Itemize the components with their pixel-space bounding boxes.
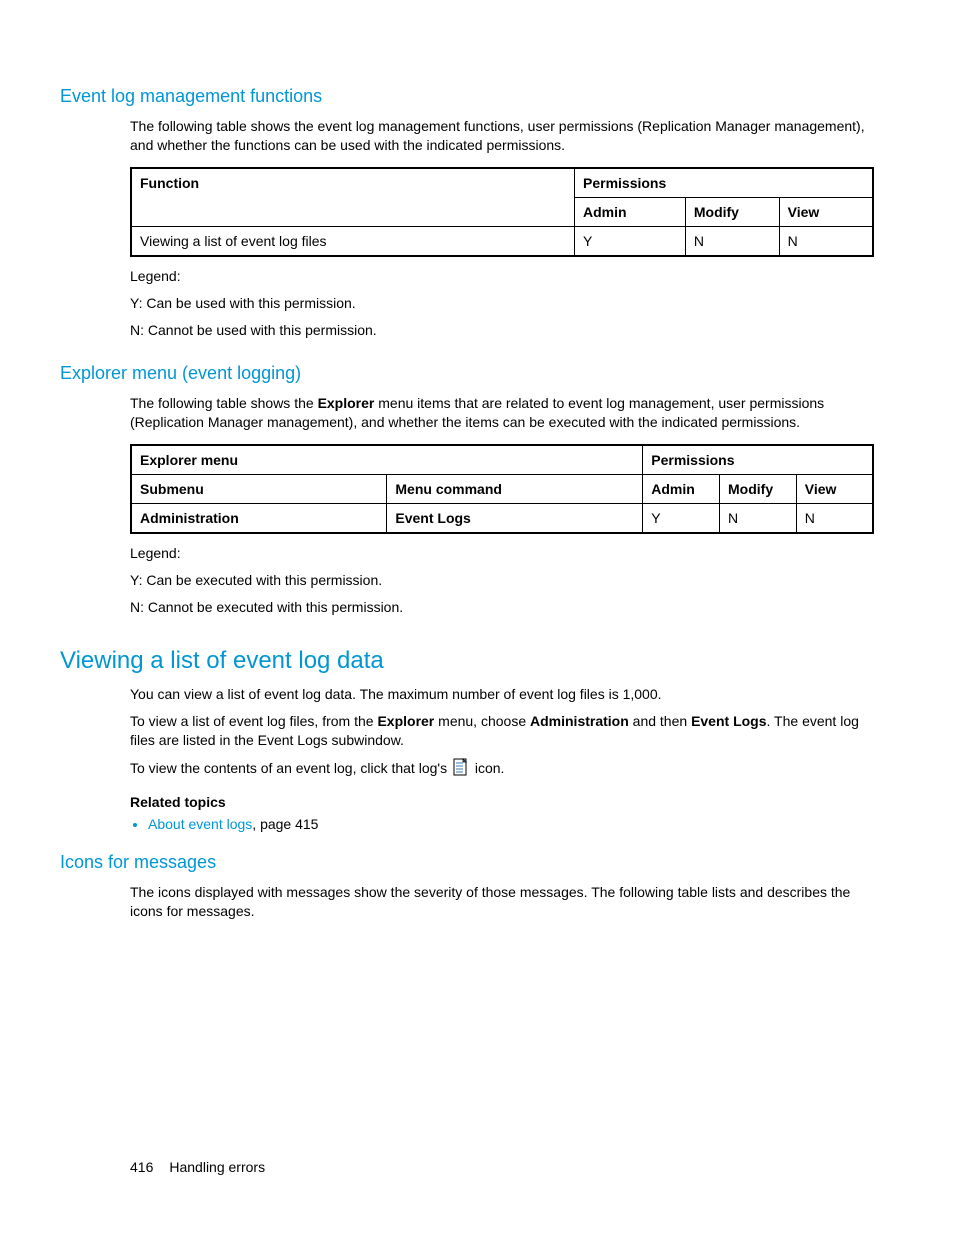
- th-view: View: [796, 475, 873, 504]
- table-row: Administration Event Logs Y N N: [131, 504, 873, 534]
- th-explorer-menu: Explorer menu: [131, 445, 643, 475]
- heading-explorer-menu-event-logging: Explorer menu (event logging): [60, 363, 874, 384]
- table-row: Submenu Menu command Admin Modify View: [131, 475, 873, 504]
- list-item: About event logs, page 415: [148, 816, 874, 832]
- th-menucmd: Menu command: [387, 475, 643, 504]
- section3-p1: You can view a list of event log data. T…: [130, 685, 874, 704]
- heading-icons-for-messages: Icons for messages: [60, 852, 874, 873]
- legend-n: N: Cannot be executed with this permissi…: [130, 598, 874, 617]
- td-function: Viewing a list of event log files: [131, 226, 575, 256]
- section2-intro: The following table shows the Explorer m…: [130, 394, 874, 432]
- th-view: View: [779, 197, 873, 226]
- td-modify: N: [685, 226, 779, 256]
- text: and then: [629, 713, 691, 729]
- text-bold: Event Logs: [691, 713, 766, 729]
- related-topics-heading: Related topics: [130, 794, 874, 810]
- th-modify: Modify: [720, 475, 797, 504]
- td-admin: Y: [643, 504, 720, 534]
- td-modify: N: [720, 504, 797, 534]
- text: To view a list of event log files, from …: [130, 713, 377, 729]
- table-event-log-functions: Function Permissions Admin Modify View V…: [130, 167, 874, 257]
- text-bold: Explorer: [318, 395, 375, 411]
- th-function: Function: [131, 168, 575, 227]
- th-modify: Modify: [685, 197, 779, 226]
- text-bold: Administration: [530, 713, 629, 729]
- text-bold: Explorer: [377, 713, 434, 729]
- page-footer: 416 Handling errors: [130, 1159, 265, 1175]
- table-row: Explorer menu Permissions: [131, 445, 873, 475]
- td-view: N: [779, 226, 873, 256]
- heading-event-log-management-functions: Event log management functions: [60, 86, 874, 107]
- td-menucmd: Event Logs: [387, 504, 643, 534]
- section1-intro: The following table shows the event log …: [130, 117, 874, 155]
- section3-p2: To view a list of event log files, from …: [130, 712, 874, 750]
- text: To view the contents of an event log, cl…: [130, 760, 451, 776]
- legend-title: Legend:: [130, 267, 874, 286]
- table-explorer-menu: Explorer menu Permissions Submenu Menu c…: [130, 444, 874, 534]
- related-topics-list: About event logs, page 415: [130, 816, 874, 832]
- link-about-event-logs[interactable]: About event logs: [148, 816, 252, 832]
- th-admin: Admin: [575, 197, 686, 226]
- table-row: Function Permissions: [131, 168, 873, 198]
- footer-title: Handling errors: [169, 1159, 265, 1175]
- td-admin: Y: [575, 226, 686, 256]
- section3-p3: To view the contents of an event log, cl…: [130, 758, 874, 781]
- th-permissions: Permissions: [575, 168, 874, 198]
- legend-title: Legend:: [130, 544, 874, 563]
- section4-p1: The icons displayed with messages show t…: [130, 883, 874, 921]
- table-row: Viewing a list of event log files Y N N: [131, 226, 873, 256]
- td-submenu: Administration: [131, 504, 387, 534]
- legend-n: N: Cannot be used with this permission.: [130, 321, 874, 340]
- text: menu, choose: [434, 713, 530, 729]
- th-admin: Admin: [643, 475, 720, 504]
- text: , page 415: [252, 816, 318, 832]
- page-number: 416: [130, 1159, 153, 1175]
- th-submenu: Submenu: [131, 475, 387, 504]
- legend-y: Y: Can be executed with this permission.: [130, 571, 874, 590]
- text: The following table shows the: [130, 395, 318, 411]
- document-icon: [453, 758, 469, 781]
- legend-y: Y: Can be used with this permission.: [130, 294, 874, 313]
- text: icon.: [471, 760, 504, 776]
- heading-viewing-list-event-log-data: Viewing a list of event log data: [60, 647, 874, 675]
- th-permissions: Permissions: [643, 445, 873, 475]
- td-view: N: [796, 504, 873, 534]
